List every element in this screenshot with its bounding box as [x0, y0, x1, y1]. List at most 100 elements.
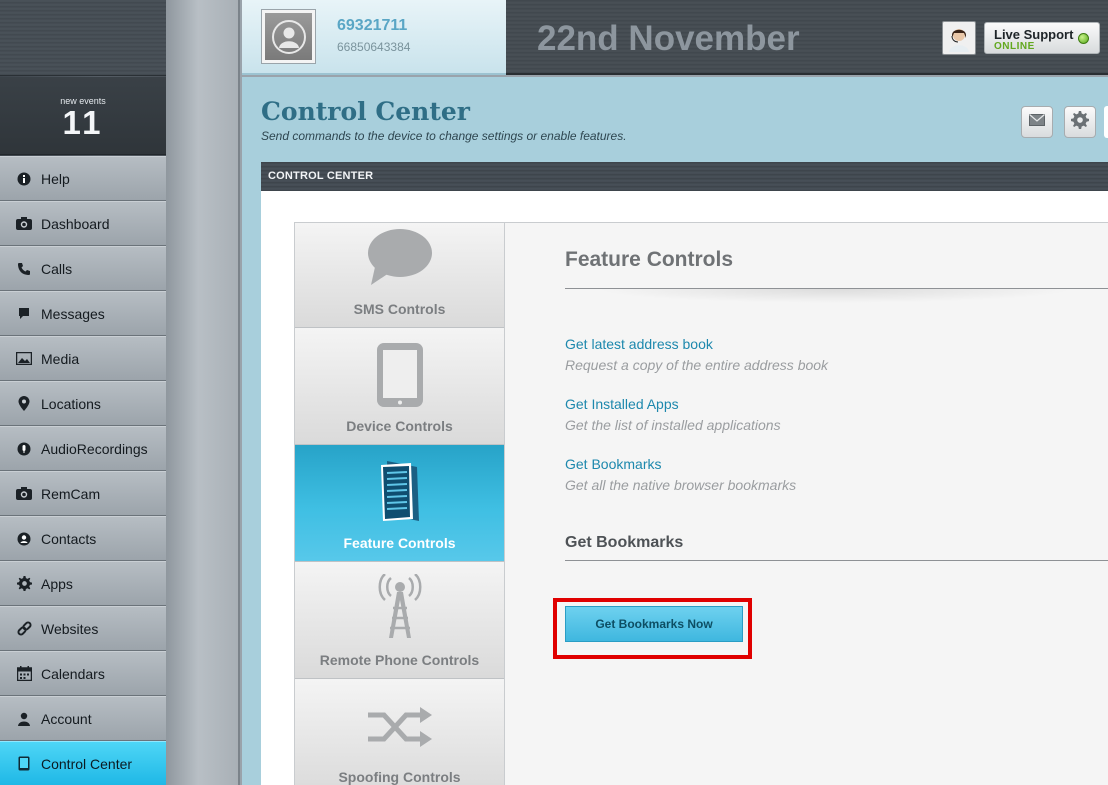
get-bookmarks-link[interactable]: Get Bookmarks: [565, 456, 796, 472]
sidebar-item-label: Locations: [41, 395, 101, 412]
feature-description: Get all the native browser bookmarks: [565, 477, 797, 493]
panel-header: CONTROL CENTER: [261, 162, 1108, 191]
get-bookmarks-now-button[interactable]: Get Bookmarks Now: [565, 606, 743, 642]
panel-title: CONTROL CENTER: [268, 170, 374, 182]
tab-label: Feature Controls: [343, 535, 456, 551]
gear-icon: [16, 576, 32, 592]
feature-item: Get latest address book Request a copy o…: [565, 336, 828, 373]
sidebar-item-contacts[interactable]: Contacts: [0, 516, 166, 561]
feature-item: Get Installed Apps Get the list of insta…: [565, 396, 781, 433]
document-icon: [295, 459, 504, 525]
sidebar-item-label: Messages: [41, 305, 105, 322]
new-events-label: new events: [60, 96, 106, 106]
get-installed-apps-link[interactable]: Get Installed Apps: [565, 396, 781, 412]
page-title: Control Center: [261, 97, 470, 126]
sidebar-item-help[interactable]: Help: [0, 156, 166, 201]
link-icon: [16, 621, 32, 637]
support-agent-avatar: [942, 21, 976, 55]
sidebar-item-dashboard[interactable]: Dashboard: [0, 201, 166, 246]
sidebar-item-calls[interactable]: Calls: [0, 246, 166, 291]
user-icon: [16, 711, 32, 727]
sidebar-item-calendars[interactable]: Calendars: [0, 651, 166, 696]
sidebar-item-label: Dashboard: [41, 215, 110, 232]
sidebar-item-media[interactable]: Media: [0, 336, 166, 381]
subsection-heading: Get Bookmarks: [565, 534, 684, 551]
divider: [565, 560, 1108, 561]
envelope-icon: [1029, 113, 1045, 131]
tab-sms-controls[interactable]: SMS Controls: [295, 223, 504, 328]
gear-icon: [1071, 110, 1089, 134]
sidebar-item-label: Apps: [41, 575, 73, 592]
live-support-widget[interactable]: Live Support ONLINE: [942, 21, 1100, 55]
control-tabs: SMS Controls Device Controls Feature Con…: [294, 222, 505, 785]
sidebar-item-remcam[interactable]: RemCam: [0, 471, 166, 516]
avatar: [261, 9, 316, 64]
device-user-id: 69321711: [337, 17, 408, 34]
sidebar-item-label: Help: [41, 170, 70, 187]
feature-description: Request a copy of the entire address boo…: [565, 357, 829, 373]
sidebar: new events 11 Help Dashboard Calls Messa…: [0, 0, 166, 785]
sidebar-item-account[interactable]: Account: [0, 696, 166, 741]
sidebar-item-websites[interactable]: Websites: [0, 606, 166, 651]
speech-bubble-icon: [295, 227, 504, 287]
sidebar-gutter: [166, 0, 240, 785]
tab-spoofing-controls[interactable]: Spoofing Controls: [295, 679, 504, 785]
settings-button[interactable]: [1064, 106, 1096, 138]
sidebar-item-label: Control Center: [41, 755, 133, 772]
camera-icon: [16, 486, 32, 502]
live-support-label: Live Support: [994, 27, 1074, 42]
sidebar-nav: Help Dashboard Calls Messages Media Loca…: [0, 156, 166, 785]
live-support-button[interactable]: Live Support ONLINE: [984, 22, 1100, 54]
sidebar-item-label: Websites: [41, 620, 99, 637]
sidebar-item-label: Calls: [41, 260, 73, 277]
image-icon: [16, 351, 32, 367]
message-icon: [16, 306, 32, 322]
main-area: Control Center Send commands to the devi…: [242, 77, 1108, 785]
microphone-icon: [16, 441, 32, 457]
sidebar-item-messages[interactable]: Messages: [0, 291, 166, 336]
header-bar: 22nd November Live Support ONLINE: [506, 0, 1108, 75]
sidebar-item-audiorecordings[interactable]: AudioRecordings: [0, 426, 166, 471]
page-subtitle: Send commands to the device to change se…: [261, 129, 627, 143]
tab-label: Remote Phone Controls: [319, 652, 480, 668]
contacts-icon: [16, 531, 32, 547]
info-icon: [16, 171, 32, 187]
sidebar-item-apps[interactable]: Apps: [0, 561, 166, 606]
tab-label: SMS Controls: [353, 301, 446, 317]
feature-controls-content: Feature Controls Get latest address book…: [505, 222, 1108, 785]
tab-remote-phone-controls[interactable]: Remote Phone Controls: [295, 562, 504, 679]
tab-label: Device Controls: [346, 418, 453, 434]
feature-item: Get Bookmarks Get all the native browser…: [565, 456, 796, 493]
toolbar-overflow-button[interactable]: [1104, 106, 1108, 138]
control-center-panel: SMS Controls Device Controls Feature Con…: [261, 191, 1108, 785]
shuffle-icon: [295, 707, 504, 747]
sidebar-item-label: RemCam: [41, 485, 101, 502]
divider-shadow: [595, 289, 1075, 303]
live-support-status: ONLINE: [994, 41, 1035, 52]
sidebar-item-control-center[interactable]: Control Center: [0, 741, 166, 785]
new-events-count: 11: [62, 104, 104, 141]
sidebar-item-label: Account: [41, 710, 92, 727]
tab-feature-controls[interactable]: Feature Controls: [295, 445, 504, 562]
calendar-icon: [16, 666, 32, 682]
sidebar-item-locations[interactable]: Locations: [0, 381, 166, 426]
sidebar-item-label: AudioRecordings: [41, 440, 148, 457]
sidebar-item-label: Media: [41, 350, 80, 367]
feature-description: Get the list of installed applications: [565, 417, 781, 433]
camera-icon: [16, 216, 32, 232]
messages-button[interactable]: [1021, 106, 1053, 138]
tab-label: Spoofing Controls: [338, 769, 461, 785]
online-indicator-icon: [1078, 33, 1089, 44]
sidebar-item-label: Calendars: [41, 665, 105, 682]
device-phone-number: 66850643384: [337, 40, 411, 54]
section-heading: Feature Controls: [565, 248, 734, 271]
tablet-icon: [295, 342, 504, 408]
location-pin-icon: [16, 395, 32, 412]
new-events-counter[interactable]: new events 11: [0, 77, 166, 155]
antenna-icon: [295, 574, 504, 640]
phone-icon: [16, 261, 32, 277]
sidebar-header: [0, 0, 166, 76]
get-address-book-link[interactable]: Get latest address book: [565, 336, 828, 352]
tab-device-controls[interactable]: Device Controls: [295, 328, 504, 445]
tablet-icon: [16, 756, 32, 772]
